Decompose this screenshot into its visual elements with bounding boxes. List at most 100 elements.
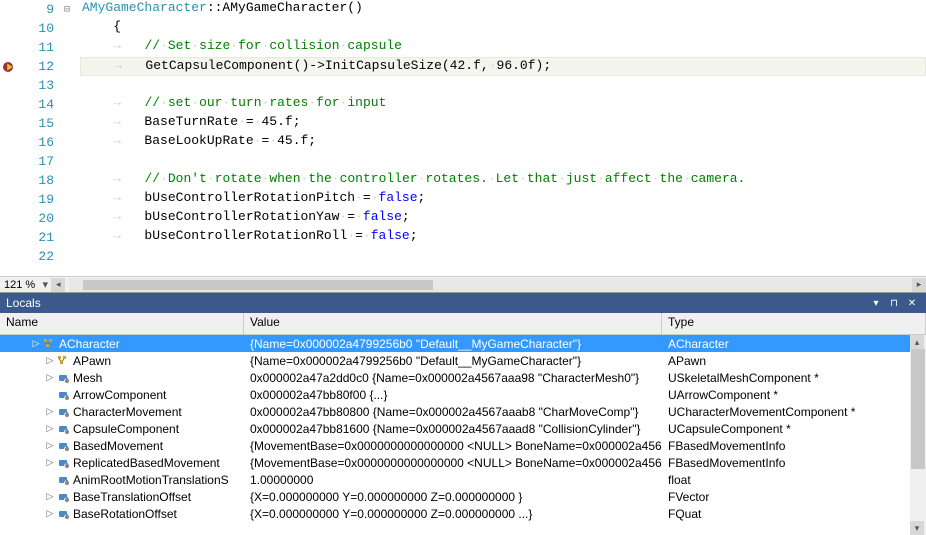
line-number: 20: [20, 211, 60, 226]
variable-value: 0x000002a47bb81600 {Name=0x000002a4567aa…: [244, 422, 662, 436]
gutter-line[interactable]: 14: [0, 95, 80, 114]
variable-value: 1.00000000: [244, 473, 662, 487]
code-line[interactable]: [80, 247, 926, 266]
code-area[interactable]: AMyGameCharacter::AMyGameCharacter() { →…: [80, 0, 926, 276]
gutter-line[interactable]: 9⊟: [0, 0, 80, 19]
variable-value: {MovementBase=0x0000000000000000 <NULL> …: [244, 456, 662, 470]
variable-type: ACharacter: [662, 337, 926, 351]
variable-name: BasedMovement: [73, 439, 163, 453]
scroll-right-button[interactable]: ▸: [912, 278, 926, 292]
locals-row[interactable]: ▷ BaseRotationOffset {X=0.000000000 Y=0.00…: [0, 505, 926, 522]
line-number: 22: [20, 249, 60, 264]
variable-value: 0x000002a47bb80800 {Name=0x000002a4567aa…: [244, 405, 662, 419]
expander-icon[interactable]: ▷: [44, 508, 56, 519]
expander-icon[interactable]: ▷: [44, 406, 56, 417]
code-line[interactable]: → //·Don't·rotate·when·the·controller·ro…: [80, 171, 926, 190]
variable-value: {X=0.000000000 Y=0.000000000 Z=0.0000000…: [244, 507, 662, 521]
variable-type: FBasedMovementInfo: [662, 439, 926, 453]
variable-type: APawn: [662, 354, 926, 368]
variable-name: BaseRotationOffset: [73, 507, 177, 521]
locals-row[interactable]: ▷CharacterMovement0x000002a47bb80800 {Na…: [0, 403, 926, 420]
horizontal-scrollbar[interactable]: [69, 278, 912, 292]
locals-row[interactable]: ▷ReplicatedBasedMovement{MovementBase=0x…: [0, 454, 926, 471]
variable-type: USkeletalMeshComponent *: [662, 371, 926, 385]
zoom-dropdown-icon[interactable]: ▾: [39, 278, 51, 291]
pin-icon[interactable]: ⊓: [886, 295, 902, 311]
gutter-line[interactable]: 22: [0, 247, 80, 266]
code-line[interactable]: → //·set·our·turn·rates·for·input: [80, 95, 926, 114]
line-number: 9: [20, 2, 60, 17]
locals-row[interactable]: ▷BaseTranslationOffset{X=0.000000000 Y=0…: [0, 488, 926, 505]
field-icon: [56, 422, 70, 436]
locals-row[interactable]: ▷Mesh0x000002a47a2dd0c0 {Name=0x000002a4…: [0, 369, 926, 386]
code-line[interactable]: AMyGameCharacter::AMyGameCharacter(): [80, 0, 926, 19]
gutter-line[interactable]: 20: [0, 209, 80, 228]
locals-row[interactable]: AnimRootMotionTranslationS1.00000000floa…: [0, 471, 926, 488]
variable-value: {X=0.000000000 Y=0.000000000 Z=0.0000000…: [244, 490, 662, 504]
locals-row[interactable]: ▷CapsuleComponent0x000002a47bb81600 {Nam…: [0, 420, 926, 437]
line-number: 13: [20, 78, 60, 93]
code-line[interactable]: → bUseControllerRotationYaw·=·false;: [80, 209, 926, 228]
gutter-line[interactable]: 13: [0, 76, 80, 95]
vertical-scrollbar[interactable]: ▴ ▾: [910, 335, 926, 535]
locals-columns-header[interactable]: Name Value Type: [0, 313, 926, 335]
window-options-icon[interactable]: ▾: [868, 295, 884, 311]
code-line[interactable]: → bUseControllerRotationPitch·=·false;: [80, 190, 926, 209]
gutter-line[interactable]: 19: [0, 190, 80, 209]
expander-icon[interactable]: ▷: [44, 457, 56, 468]
column-value[interactable]: Value: [244, 313, 662, 334]
scrollbar-thumb[interactable]: [911, 349, 925, 469]
locals-row[interactable]: ▷APawn{Name=0x000002a4799256b0 "Default_…: [0, 352, 926, 369]
breakpoint-arrow-icon: [3, 60, 17, 74]
expander-icon[interactable]: ▷: [44, 491, 56, 502]
field-icon: [56, 439, 70, 453]
variable-type: FQuat: [662, 507, 926, 521]
variable-value: 0x000002a47a2dd0c0 {Name=0x000002a4567aa…: [244, 371, 662, 385]
gutter-line[interactable]: 11: [0, 38, 80, 57]
variable-value: 0x000002a47bb80f00 {...}: [244, 388, 662, 402]
code-line[interactable]: → GetCapsuleComponent()->InitCapsuleSize…: [80, 57, 926, 76]
code-line[interactable]: → BaseLookUpRate·=·45.f;: [80, 133, 926, 152]
expander-icon[interactable]: ▷: [30, 338, 42, 349]
gutter-line[interactable]: 12: [0, 57, 80, 76]
locals-row[interactable]: ▷ACharacter{Name=0x000002a4799256b0 "Def…: [0, 335, 926, 352]
line-number: 21: [20, 230, 60, 245]
field-icon: [56, 388, 70, 402]
variable-type: float: [662, 473, 926, 487]
gutter-line[interactable]: 21: [0, 228, 80, 247]
locals-title-text: Locals: [6, 296, 41, 310]
expander-icon[interactable]: ▷: [44, 423, 56, 434]
expander-icon[interactable]: ▷: [44, 372, 56, 383]
variable-name: APawn: [73, 354, 111, 368]
code-line[interactable]: [80, 76, 926, 95]
code-line[interactable]: → bUseControllerRotationRoll·=·false;: [80, 228, 926, 247]
locals-row[interactable]: ▷BasedMovement{MovementBase=0x0000000000…: [0, 437, 926, 454]
fold-icon[interactable]: ⊟: [60, 4, 74, 16]
expander-icon[interactable]: ▷: [44, 440, 56, 451]
gutter-line[interactable]: 18: [0, 171, 80, 190]
gutter-line[interactable]: 15: [0, 114, 80, 133]
gutter-line[interactable]: 16: [0, 133, 80, 152]
locals-body[interactable]: ▷ ACharacter{Name=0x000002a4799256b0 "Def…: [0, 335, 926, 535]
code-line[interactable]: [80, 152, 926, 171]
scroll-up-button[interactable]: ▴: [910, 335, 924, 349]
column-name[interactable]: Name: [0, 313, 244, 334]
line-number: 19: [20, 192, 60, 207]
gutter-line[interactable]: 17: [0, 152, 80, 171]
locals-titlebar[interactable]: Locals ▾ ⊓ ✕: [0, 293, 926, 313]
expander-icon[interactable]: ▷: [44, 355, 56, 366]
column-type[interactable]: Type: [662, 313, 926, 334]
close-icon[interactable]: ✕: [904, 295, 920, 311]
code-editor[interactable]: 9⊟10111213141516171819202122 AMyGameChar…: [0, 0, 926, 276]
zoom-bar: 121 % ▾ ◂ ▸: [0, 276, 926, 292]
variable-value: {Name=0x000002a4799256b0 "Default__MyGam…: [244, 354, 662, 368]
scroll-left-button[interactable]: ◂: [51, 278, 65, 292]
scroll-down-button[interactable]: ▾: [910, 521, 924, 535]
variable-type: UArrowComponent *: [662, 388, 926, 402]
field-icon: [56, 490, 70, 504]
locals-row[interactable]: ArrowComponent0x000002a47bb80f00 {...}UA…: [0, 386, 926, 403]
code-line[interactable]: → //·Set·size·for·collision·capsule: [80, 38, 926, 57]
code-line[interactable]: {: [80, 19, 926, 38]
code-line[interactable]: → BaseTurnRate·=·45.f;: [80, 114, 926, 133]
gutter-line[interactable]: 10: [0, 19, 80, 38]
